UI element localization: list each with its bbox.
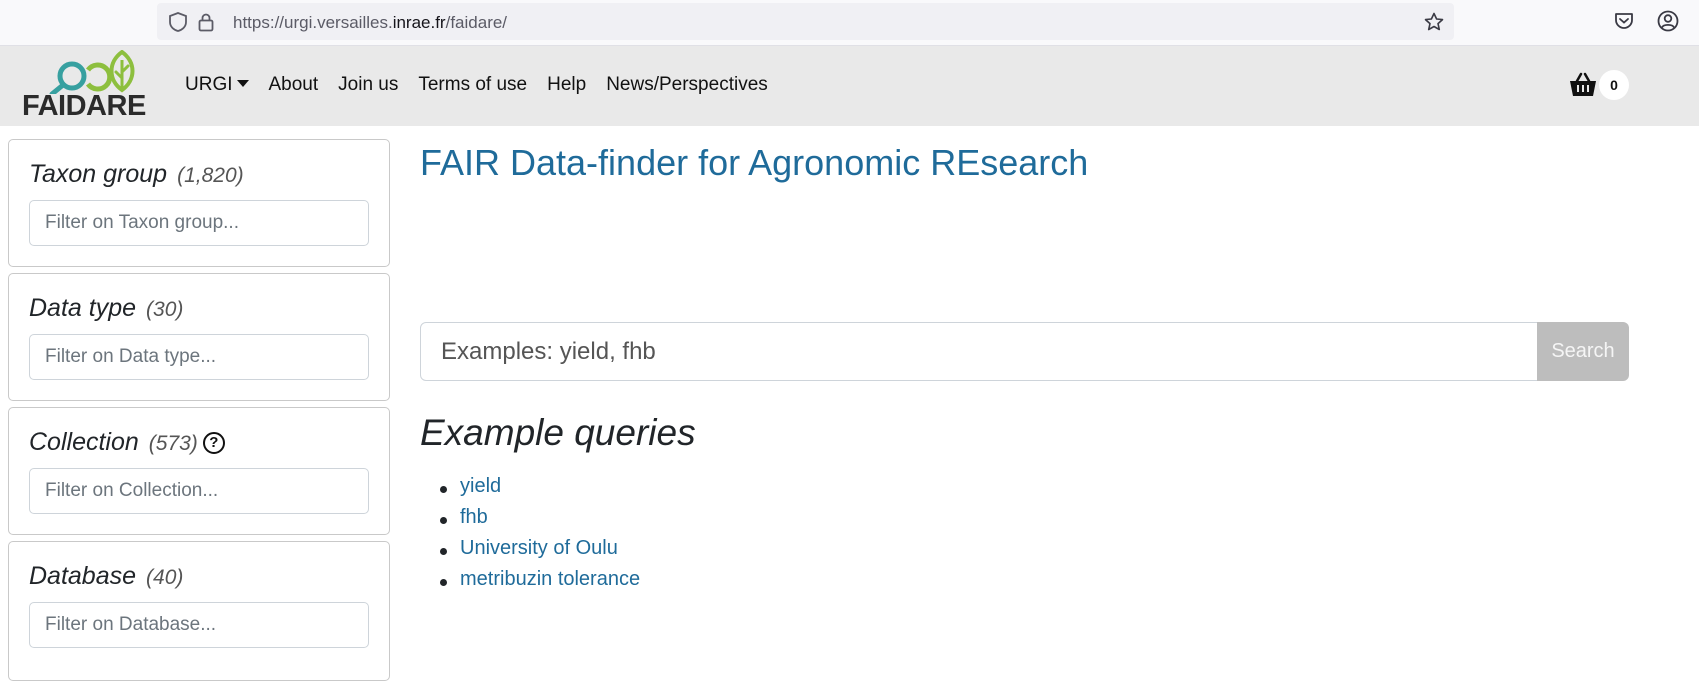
url-host: inrae.fr (392, 13, 446, 32)
facet-title-label: Data type (29, 294, 137, 322)
browser-toolbar: https://urgi.versailles.inrae.fr/faidare… (0, 0, 1699, 46)
facet-title: Database (40) (29, 562, 183, 591)
list-item: yield (440, 475, 640, 506)
facet-count: (30) (146, 298, 184, 321)
faidare-logo[interactable]: FAIDARE (22, 50, 146, 122)
collection-filter-input[interactable] (29, 468, 369, 514)
account-icon[interactable] (1656, 9, 1680, 33)
facet-title: Taxon group (1,820) (29, 160, 244, 189)
nav-about[interactable]: About (269, 74, 319, 96)
url-prefix: https://urgi.versailles. (233, 13, 393, 32)
facet-count: (573) (148, 432, 198, 455)
facet-title: Data type (30) (29, 294, 183, 323)
search-button[interactable]: Search (1537, 322, 1629, 381)
bookmark-star-icon[interactable] (1423, 11, 1445, 33)
facet-count: (40) (146, 566, 184, 589)
lock-icon[interactable] (195, 11, 217, 33)
facet-title-label: Taxon group (29, 160, 168, 188)
nav-help[interactable]: Help (547, 74, 586, 96)
search-input[interactable] (420, 322, 1538, 381)
caret-down-icon (236, 80, 249, 87)
example-query-link[interactable]: fhb (460, 506, 488, 528)
taxon-group-filter-input[interactable] (29, 200, 369, 246)
question-help-icon[interactable]: ? (202, 432, 225, 454)
list-item: University of Oulu (440, 537, 640, 568)
nav-join-us[interactable]: Join us (338, 74, 398, 96)
app-navbar: FAIDARE URGI About Join us Terms of use … (0, 46, 1699, 126)
facet-title-label: Database (29, 562, 137, 590)
example-query-link[interactable]: metribuzin tolerance (460, 568, 640, 590)
list-item: fhb (440, 506, 640, 537)
logo-text: FAIDARE (22, 90, 146, 122)
list-item: metribuzin tolerance (440, 568, 640, 599)
example-query-link[interactable]: yield (460, 475, 501, 497)
basket-icon[interactable] (1568, 72, 1598, 98)
facet-title-label: Collection (29, 428, 139, 456)
shield-icon[interactable] (167, 11, 189, 33)
facet-taxon-group: Taxon group (1,820) (8, 139, 390, 267)
nav-urgi-label: URGI (185, 74, 233, 95)
example-query-link[interactable]: University of Oulu (460, 537, 618, 559)
database-filter-input[interactable] (29, 602, 369, 648)
example-queries-list: yield fhb University of Oulu metribuzin … (440, 475, 640, 599)
nav-urgi-dropdown[interactable]: URGI (185, 74, 249, 96)
example-queries-heading: Example queries (420, 412, 696, 453)
data-type-filter-input[interactable] (29, 334, 369, 380)
facet-title: Collection (573)? (29, 428, 225, 457)
url-text: https://urgi.versailles.inrae.fr/faidare… (233, 13, 507, 33)
url-path: /faidare/ (445, 13, 508, 32)
cart-count-badge[interactable]: 0 (1599, 70, 1629, 100)
main-nav: URGI About Join us Terms of use Help New… (185, 74, 788, 96)
facet-collection: Collection (573)? (8, 407, 390, 535)
facet-count: (1,820) (177, 164, 244, 187)
logo-graphic-icon (49, 50, 135, 94)
facet-data-type: Data type (30) (8, 273, 390, 401)
nav-news-perspectives[interactable]: News/Perspectives (606, 74, 768, 96)
page-title: FAIR Data-finder for Agronomic REsearch (420, 142, 1089, 183)
nav-terms-of-use[interactable]: Terms of use (418, 74, 527, 96)
address-bar[interactable]: https://urgi.versailles.inrae.fr/faidare… (157, 3, 1454, 40)
pocket-icon[interactable] (1612, 9, 1636, 33)
facet-database: Database (40) (8, 541, 390, 681)
